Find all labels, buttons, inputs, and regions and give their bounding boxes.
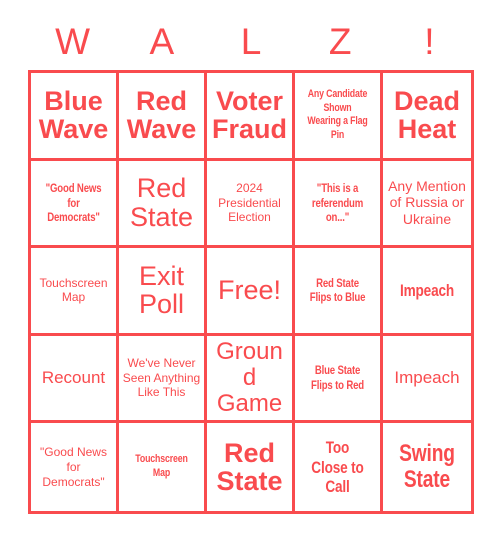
bingo-cell-label: "This is a referendum on..."	[311, 180, 364, 225]
bingo-cell[interactable]: Too Close to Call	[295, 423, 383, 511]
bingo-cell[interactable]: 2024 Presidential Election	[207, 160, 295, 249]
bingo-cell-label: Red State	[216, 437, 283, 497]
bingo-cell[interactable]: Voter Fraud	[207, 73, 295, 161]
bingo-cell-label: "Good News for Democrats"	[45, 180, 102, 225]
header-letter-3: Z	[328, 20, 352, 62]
bingo-card: W A L Z ! Blue Wave Red Wave Voter Fraud…	[0, 0, 501, 544]
bingo-cell-label: Recount	[41, 368, 106, 388]
bingo-cell-label: Exit Poll	[138, 260, 185, 320]
bingo-cell[interactable]: "This is a referendum on..."	[295, 160, 383, 249]
bingo-cell-label: Ground Game	[216, 338, 283, 418]
bingo-cell[interactable]: Touchscreen Map	[119, 423, 207, 511]
header-letter-4: !	[424, 20, 435, 62]
bingo-cell[interactable]: Red State	[207, 423, 295, 511]
bingo-cell[interactable]: Red Wave	[119, 73, 207, 161]
bingo-cell[interactable]: Recount	[31, 335, 119, 424]
bingo-cell-label: 2024 Presidential Election	[218, 180, 281, 225]
bingo-cell-label: Blue State Flips to Red	[310, 363, 365, 393]
bingo-cell-label: Any Candidate Shown Wearing a Flag Pin	[307, 87, 368, 142]
bingo-cell[interactable]: Red State	[119, 160, 207, 249]
bingo-cell-label: Too Close to Call	[311, 438, 364, 496]
bingo-cell[interactable]: Ground Game	[207, 335, 295, 424]
bingo-cell-label: Voter Fraud	[211, 85, 287, 145]
bingo-cell-label: Impeach	[399, 280, 455, 300]
bingo-cell[interactable]: Impeach	[383, 248, 471, 336]
bingo-cell[interactable]: Blue State Flips to Red	[295, 335, 383, 424]
bingo-grid: Blue Wave Red Wave Voter Fraud Any Candi…	[28, 70, 474, 514]
bingo-cell-label: Red State	[129, 173, 194, 232]
bingo-cell-label: Touchscreen Map	[135, 453, 188, 480]
bingo-cell[interactable]: Dead Heat	[383, 73, 471, 161]
bingo-cell[interactable]: Any Mention of Russia or Ukraine	[383, 161, 471, 249]
bingo-cell[interactable]: "Good News for Democrats"	[31, 160, 119, 249]
bingo-cell[interactable]: Any Candidate Shown Wearing a Flag Pin	[295, 73, 383, 161]
bingo-cell-label: Red Wave	[126, 85, 197, 145]
header-letter-1: A	[149, 20, 175, 62]
bingo-cell-label: "Good News for Democrats"	[40, 445, 107, 489]
bingo-cell[interactable]: Blue Wave	[31, 73, 119, 161]
bingo-cell[interactable]: Touchscreen Map	[31, 248, 119, 336]
bingo-cell-label: Swing State	[399, 440, 455, 494]
bingo-cell-label: Any Mention of Russia or Ukraine	[388, 177, 466, 228]
bingo-header: W A L Z !	[28, 14, 474, 68]
bingo-cell-label: Red State Flips to Blue	[309, 275, 366, 305]
bingo-cell[interactable]: Red State Flips to Blue	[295, 248, 383, 336]
bingo-cell-label: Dead Heat	[393, 85, 461, 145]
bingo-cell[interactable]: Swing State	[383, 423, 471, 511]
bingo-cell-label: Touchscreen Map	[39, 275, 108, 305]
bingo-cell[interactable]: "Good News for Democrats"	[31, 423, 119, 511]
bingo-cell-label: Impeach	[394, 368, 460, 388]
header-letter-0: W	[55, 20, 91, 62]
header-letter-2: L	[240, 20, 262, 62]
bingo-cell-free[interactable]: Free!	[207, 248, 295, 336]
bingo-cell[interactable]: Exit Poll	[119, 248, 207, 336]
bingo-cell-label: We've Never Seen Anything Like This	[122, 356, 201, 400]
bingo-cell-label: Blue Wave	[38, 85, 109, 145]
bingo-cell[interactable]: Impeach	[383, 336, 471, 424]
bingo-cell-label: Free!	[217, 275, 282, 306]
bingo-cell[interactable]: We've Never Seen Anything Like This	[119, 335, 207, 424]
